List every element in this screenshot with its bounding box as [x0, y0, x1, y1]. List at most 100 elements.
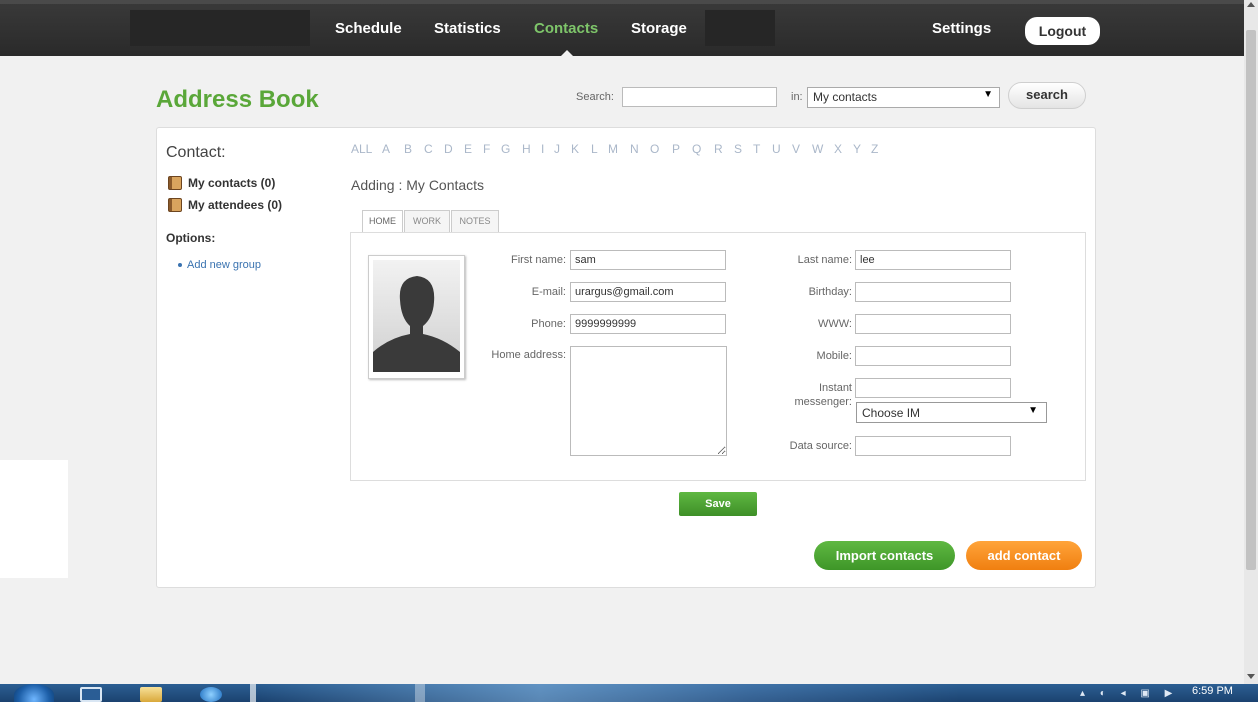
- alpha-filter-p[interactable]: P: [672, 142, 680, 156]
- alpha-filter-m[interactable]: M: [608, 142, 618, 156]
- alpha-filter-j[interactable]: J: [554, 142, 560, 156]
- alpha-filter-r[interactable]: R: [714, 142, 723, 156]
- mobile-label: Mobile:: [816, 350, 852, 362]
- birthday-field[interactable]: [855, 282, 1011, 302]
- instant-messenger-field[interactable]: [855, 378, 1011, 398]
- birthday-label: Birthday:: [808, 286, 852, 298]
- phone-field[interactable]: [570, 314, 726, 334]
- search-input[interactable]: [622, 87, 777, 107]
- search-scope-select[interactable]: My contacts ▼: [807, 87, 1000, 108]
- alpha-filter-v[interactable]: V: [792, 142, 800, 156]
- last-name-field[interactable]: [855, 250, 1011, 270]
- nav-schedule[interactable]: Schedule: [335, 20, 402, 37]
- search-scope-value: My contacts: [813, 90, 878, 104]
- search-label: Search:: [576, 91, 614, 103]
- alpha-filter-k[interactable]: K: [571, 142, 579, 156]
- last-name-label: Last name:: [797, 254, 852, 266]
- dropdown-arrow-icon: ▼: [1028, 405, 1038, 416]
- tab-notes[interactable]: NOTES: [451, 210, 499, 232]
- first-name-label: First name:: [510, 254, 566, 266]
- email-label: E-mail:: [531, 286, 566, 298]
- taskbar-separator: [250, 684, 256, 702]
- alpha-filter-y[interactable]: Y: [853, 142, 861, 156]
- start-button-icon[interactable]: [14, 684, 54, 702]
- first-name-field[interactable]: [570, 250, 726, 270]
- alpha-filter-t[interactable]: T: [753, 142, 760, 156]
- nav-accent-strip: [0, 0, 1244, 4]
- alpha-filter-h[interactable]: H: [522, 142, 531, 156]
- alpha-filter-g[interactable]: G: [501, 142, 510, 156]
- data-source-label: Data source:: [789, 440, 852, 452]
- contact-photo[interactable]: [368, 255, 465, 379]
- im-type-value: Choose IM: [862, 406, 921, 420]
- active-nav-caret: [561, 50, 573, 56]
- alpha-filter-l[interactable]: L: [591, 142, 598, 156]
- tab-home[interactable]: HOME: [362, 210, 403, 233]
- im-type-select[interactable]: Choose IM ▼: [856, 402, 1047, 423]
- add-contact-button[interactable]: add contact: [966, 541, 1082, 570]
- file-explorer-icon[interactable]: [140, 687, 162, 702]
- save-button[interactable]: Save: [679, 492, 757, 516]
- instant-messenger-label-line1: Instant: [818, 382, 852, 394]
- logout-button[interactable]: Logout: [1025, 17, 1100, 45]
- import-contacts-button[interactable]: Import contacts: [814, 541, 955, 570]
- alpha-filter-c[interactable]: C: [424, 142, 433, 156]
- instant-messenger-label-line2: messenger:: [794, 396, 852, 408]
- data-source-field[interactable]: [855, 436, 1011, 456]
- search-button[interactable]: search: [1008, 82, 1086, 109]
- alpha-filter-a[interactable]: A: [382, 142, 390, 156]
- nav-contacts[interactable]: Contacts: [534, 20, 598, 37]
- system-tray-icons[interactable]: ▴ ◐ ◂ ▣ ▶: [1080, 688, 1178, 699]
- phone-label: Phone:: [531, 318, 566, 330]
- page-title: Address Book: [156, 86, 319, 113]
- person-silhouette-icon: [373, 276, 460, 372]
- alpha-filter-o[interactable]: O: [650, 142, 659, 156]
- email-field[interactable]: [570, 282, 726, 302]
- alpha-filter-all[interactable]: ALL: [351, 142, 372, 156]
- home-address-label: Home address:: [491, 349, 566, 361]
- taskbar-separator: [415, 684, 425, 702]
- avatar-placeholder: [373, 260, 460, 372]
- nav-storage[interactable]: Storage: [631, 20, 687, 37]
- search-scope-label: in:: [791, 91, 803, 103]
- alpha-filter-b[interactable]: B: [404, 142, 412, 156]
- nav-settings[interactable]: Settings: [932, 20, 991, 37]
- contact-heading: Contact:: [166, 144, 226, 161]
- nav-dark-block: [130, 10, 310, 46]
- scrollbar-thumb[interactable]: [1246, 30, 1256, 570]
- blank-overlay: [0, 460, 68, 578]
- home-address-field[interactable]: [570, 346, 727, 456]
- alpha-filter-n[interactable]: N: [630, 142, 639, 156]
- nav-dark-block: [705, 10, 775, 46]
- address-book-icon: [168, 176, 182, 190]
- alpha-filter-u[interactable]: U: [772, 142, 781, 156]
- media-player-icon[interactable]: [80, 687, 102, 702]
- sidebar-item-my-attendees[interactable]: My attendees (0): [168, 198, 282, 212]
- options-heading: Options:: [166, 231, 216, 245]
- nav-statistics[interactable]: Statistics: [434, 20, 501, 37]
- alpha-filter-w[interactable]: W: [812, 142, 823, 156]
- address-book-icon: [168, 198, 182, 212]
- taskbar-clock: 6:59 PM: [1192, 685, 1233, 697]
- sidebar-item-my-contacts[interactable]: My contacts (0): [168, 176, 275, 190]
- alpha-filter-x[interactable]: X: [834, 142, 842, 156]
- alpha-filter-z[interactable]: Z: [871, 142, 878, 156]
- browser-icon[interactable]: [200, 687, 222, 702]
- www-field[interactable]: [855, 314, 1011, 334]
- mobile-field[interactable]: [855, 346, 1011, 366]
- sidebar-item-label: My attendees (0): [188, 198, 283, 212]
- scroll-up-arrow-icon[interactable]: [1247, 2, 1255, 7]
- tab-work[interactable]: WORK: [404, 210, 450, 232]
- dropdown-arrow-icon: ▼: [983, 89, 993, 100]
- bullet-icon: [178, 263, 182, 268]
- scroll-down-arrow-icon[interactable]: [1247, 674, 1255, 679]
- taskbar-glow: [260, 684, 960, 702]
- alpha-filter-s[interactable]: S: [734, 142, 742, 156]
- alpha-filter-d[interactable]: D: [444, 142, 453, 156]
- add-new-group-label: Add new group: [187, 259, 261, 271]
- alpha-filter-e[interactable]: E: [464, 142, 472, 156]
- alpha-filter-q[interactable]: Q: [692, 142, 701, 156]
- add-new-group-link[interactable]: Add new group: [178, 259, 261, 271]
- alpha-filter-i[interactable]: I: [541, 142, 544, 156]
- alpha-filter-f[interactable]: F: [483, 142, 490, 156]
